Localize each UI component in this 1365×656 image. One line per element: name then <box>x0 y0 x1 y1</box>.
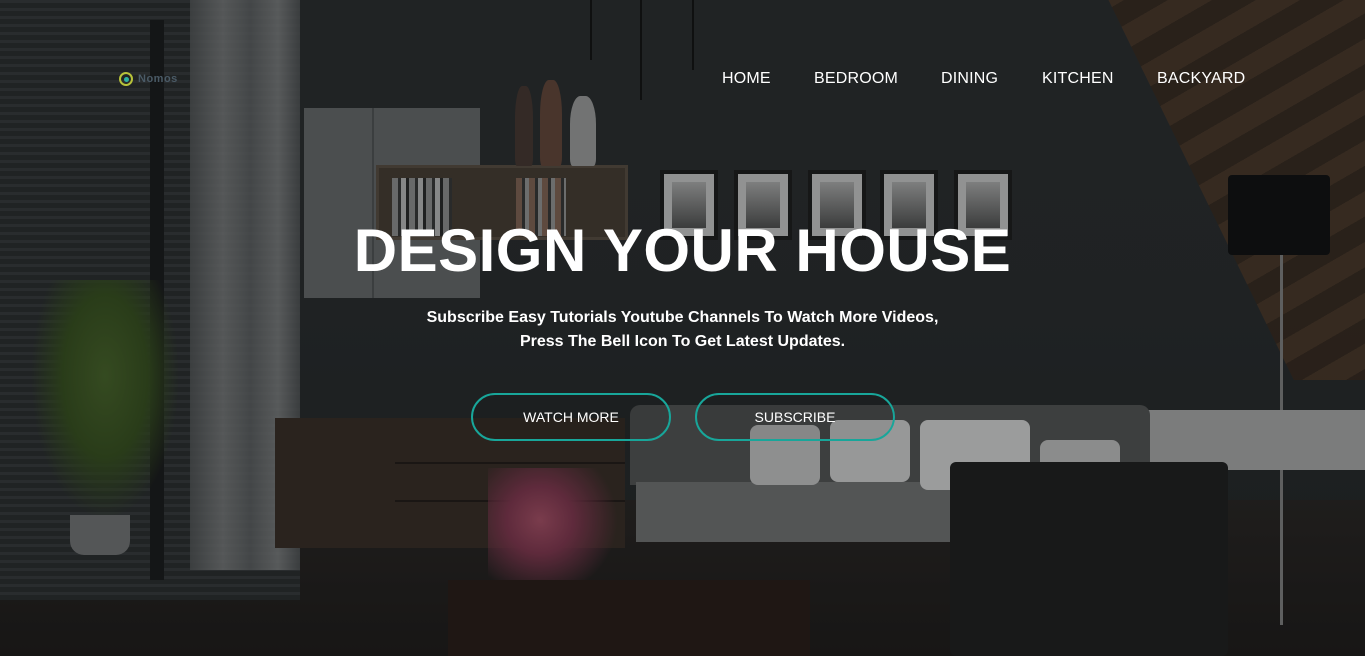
nav-item-kitchen[interactable]: KITCHEN <box>1042 70 1114 88</box>
hero-subtitle-line-2: Press The Bell Icon To Get Latest Update… <box>519 333 846 350</box>
hero-title: DESIGN YOUR HOUSE <box>353 217 1012 284</box>
nav-item-bedroom[interactable]: BEDROOM <box>814 70 898 88</box>
logo-mark-icon <box>119 72 133 86</box>
logo[interactable]: Nomos <box>119 72 178 86</box>
logo-text: Nomos <box>138 73 178 85</box>
nav-item-dining[interactable]: DINING <box>941 70 998 88</box>
nav-item-home[interactable]: HOME <box>722 70 771 88</box>
nav-item-backyard[interactable]: BACKYARD <box>1157 70 1245 88</box>
watch-more-button[interactable]: WATCH MORE <box>471 393 671 441</box>
hero-subtitle: Subscribe Easy Tutorials Youtube Channel… <box>0 306 1365 354</box>
hero-subtitle-line-1: Subscribe Easy Tutorials Youtube Channel… <box>426 309 939 326</box>
subscribe-button[interactable]: SUBSCRIBE <box>695 393 895 441</box>
page: Nomos HOME BEDROOM DINING KITCHEN BACKYA… <box>0 0 1365 656</box>
